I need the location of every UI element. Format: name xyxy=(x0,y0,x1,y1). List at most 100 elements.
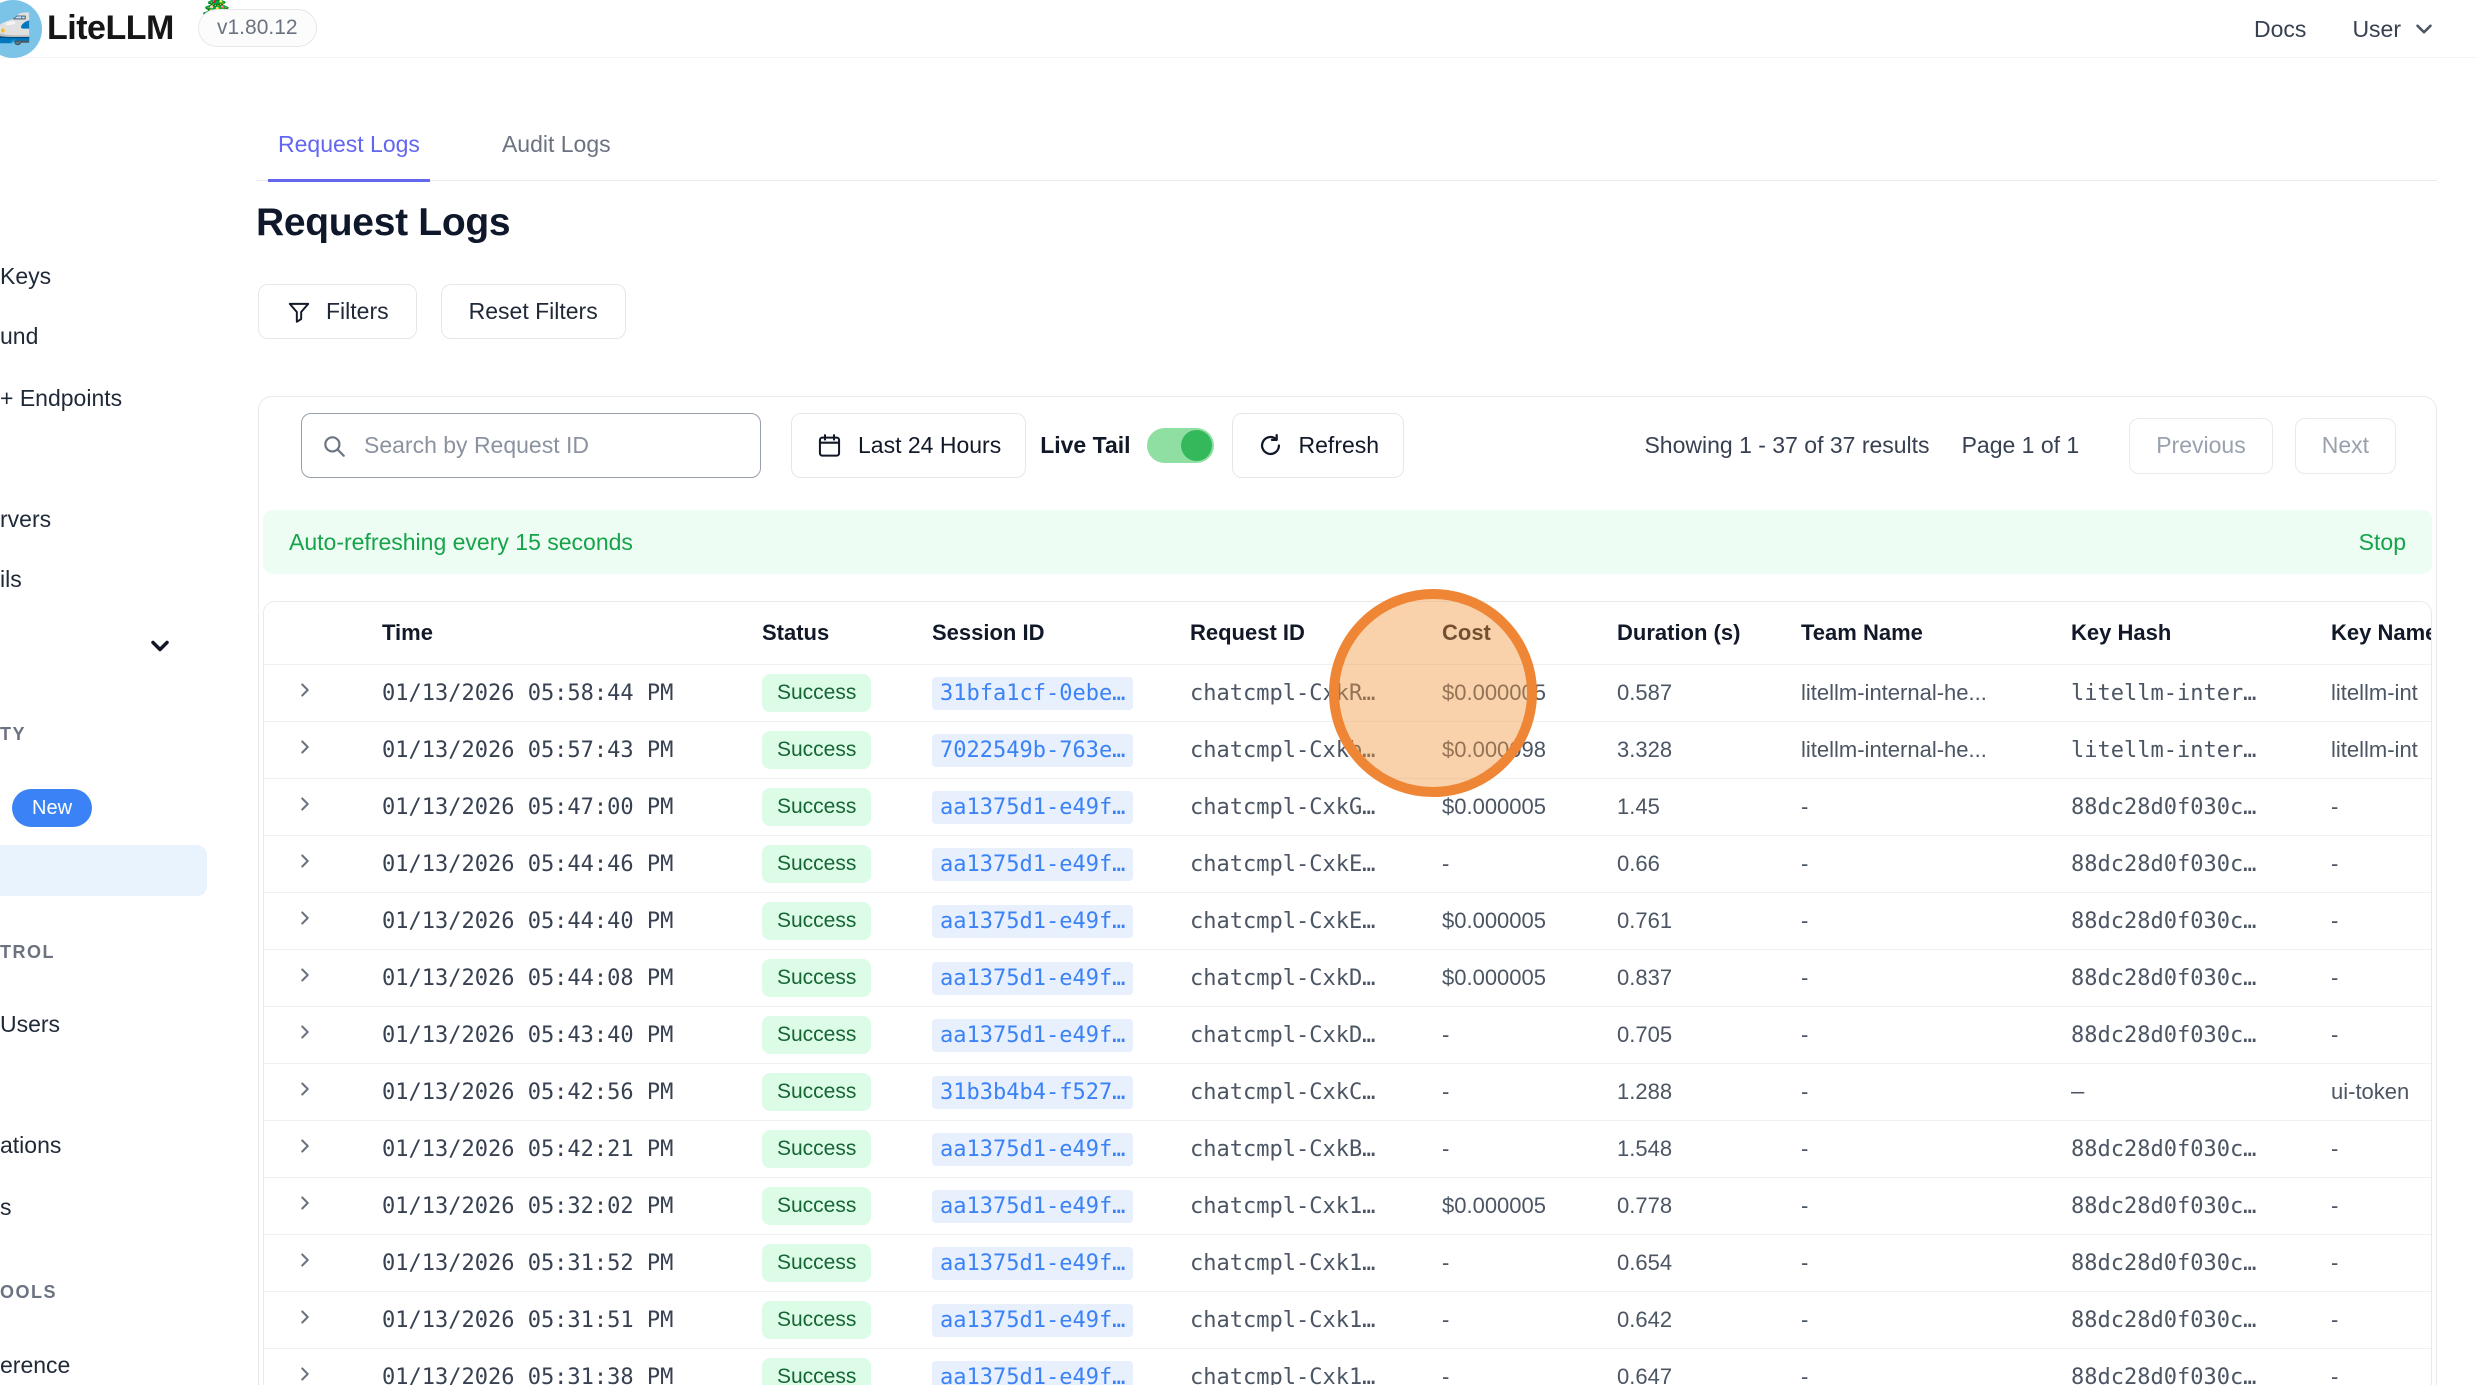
chevron-down-icon xyxy=(2411,16,2437,42)
status-badge: Success xyxy=(762,1358,871,1385)
request-logs-table: Time Status Session ID Request ID Cost D… xyxy=(263,601,2432,1385)
session-id-link[interactable]: aa1375d1-e49f… xyxy=(932,1190,1133,1223)
calendar-icon xyxy=(816,432,843,459)
cell-team-name: - xyxy=(1771,1079,2041,1105)
previous-button[interactable]: Previous xyxy=(2129,418,2272,474)
cell-duration: 0.837 xyxy=(1587,965,1771,991)
reset-filters-button[interactable]: Reset Filters xyxy=(441,284,626,339)
sidebar-collapse-chevron-icon[interactable] xyxy=(146,632,174,665)
cell-time: 01/13/2026 05:42:56 PM xyxy=(352,1080,732,1105)
cell-cost: - xyxy=(1412,851,1587,877)
row-expand-chevron-icon[interactable] xyxy=(294,1021,316,1043)
sidebar-item-selected[interactable] xyxy=(0,845,207,896)
next-button[interactable]: Next xyxy=(2295,418,2396,474)
status-badge: Success xyxy=(762,845,871,883)
session-id-link[interactable]: 7022549b-763e… xyxy=(932,734,1133,767)
sidebar-item-und[interactable]: und xyxy=(0,323,38,350)
cell-team-name: - xyxy=(1771,1022,2041,1048)
version-badge: v1.80.12 xyxy=(198,9,317,47)
sidebar-item-ils[interactable]: ils xyxy=(0,566,22,593)
cell-key-name: - xyxy=(2301,1193,2431,1219)
cell-request-id: chatcmpl-CxkE… xyxy=(1160,909,1412,934)
funnel-icon xyxy=(286,299,312,325)
cell-team-name: - xyxy=(1771,851,2041,877)
table-row: 01/13/2026 05:44:46 PM Success aa1375d1-… xyxy=(264,835,2431,892)
tab-request-logs[interactable]: Request Logs xyxy=(268,131,430,182)
cell-time: 01/13/2026 05:31:38 PM xyxy=(352,1365,732,1385)
cell-key-hash: 88dc28d0f030c… xyxy=(2041,1194,2301,1219)
search-input[interactable] xyxy=(301,413,761,478)
user-menu[interactable]: User xyxy=(2352,16,2437,43)
cell-key-hash: 88dc28d0f030c… xyxy=(2041,1023,2301,1048)
cell-team-name: - xyxy=(1771,1250,2041,1276)
row-expand-chevron-icon[interactable] xyxy=(294,679,316,701)
sidebar-item-users[interactable]: Users xyxy=(0,1011,60,1038)
cell-request-id: chatcmpl-Cxk1… xyxy=(1160,1251,1412,1276)
cell-duration: 0.654 xyxy=(1587,1250,1771,1276)
col-team-name: Team Name xyxy=(1771,620,2041,646)
sidebar-item-erence[interactable]: erence xyxy=(0,1352,70,1379)
row-expand-chevron-icon[interactable] xyxy=(294,1192,316,1214)
sidebar-item-keys[interactable]: Keys xyxy=(0,263,51,290)
row-expand-chevron-icon[interactable] xyxy=(294,793,316,815)
table-body: 01/13/2026 05:58:44 PM Success 31bfa1cf-… xyxy=(264,664,2431,1385)
sidebar-item-rvers[interactable]: rvers xyxy=(0,506,51,533)
row-expand-chevron-icon[interactable] xyxy=(294,1135,316,1157)
row-expand-chevron-icon[interactable] xyxy=(294,1249,316,1271)
row-expand-chevron-icon[interactable] xyxy=(294,964,316,986)
row-expand-chevron-icon[interactable] xyxy=(294,1306,316,1328)
session-id-link[interactable]: aa1375d1-e49f… xyxy=(932,1361,1133,1385)
cell-time: 01/13/2026 05:44:08 PM xyxy=(352,966,732,991)
session-id-link[interactable]: aa1375d1-e49f… xyxy=(932,848,1133,881)
stop-auto-refresh-link[interactable]: Stop xyxy=(2359,529,2406,556)
page-title: Request Logs xyxy=(256,201,510,245)
session-id-link[interactable]: aa1375d1-e49f… xyxy=(932,1133,1133,1166)
cell-cost: - xyxy=(1412,1250,1587,1276)
refresh-button[interactable]: Refresh xyxy=(1232,413,1405,478)
sidebar-item-endpoints[interactable]: + Endpoints xyxy=(0,385,122,412)
session-id-link[interactable]: aa1375d1-e49f… xyxy=(932,962,1133,995)
session-id-link[interactable]: aa1375d1-e49f… xyxy=(932,1247,1133,1280)
row-expand-chevron-icon[interactable] xyxy=(294,1078,316,1100)
table-row: 01/13/2026 05:32:02 PM Success aa1375d1-… xyxy=(264,1177,2431,1234)
row-expand-chevron-icon[interactable] xyxy=(294,1363,316,1385)
app-title: LiteLLM xyxy=(47,9,174,48)
refresh-label: Refresh xyxy=(1299,432,1380,459)
session-id-link[interactable]: 31b3b4b4-f527… xyxy=(932,1076,1133,1109)
session-id-link[interactable]: aa1375d1-e49f… xyxy=(932,1019,1133,1052)
page-indicator: Page 1 of 1 xyxy=(1962,432,2080,459)
tab-audit-logs[interactable]: Audit Logs xyxy=(492,131,621,182)
session-id-link[interactable]: aa1375d1-e49f… xyxy=(932,1304,1133,1337)
time-range-button[interactable]: Last 24 Hours xyxy=(791,413,1026,478)
col-session-id: Session ID xyxy=(902,620,1160,646)
cell-key-hash: litellm-inter… xyxy=(2041,681,2301,706)
live-tail-toggle[interactable] xyxy=(1147,428,1214,463)
row-expand-chevron-icon[interactable] xyxy=(294,736,316,758)
auto-refresh-banner: Auto-refreshing every 15 seconds Stop xyxy=(263,510,2432,574)
logo[interactable]: 🚅 xyxy=(0,0,42,58)
status-badge: Success xyxy=(762,1016,871,1054)
new-badge: New xyxy=(12,789,92,827)
row-expand-chevron-icon[interactable] xyxy=(294,850,316,872)
cell-duration: 0.705 xyxy=(1587,1022,1771,1048)
status-badge: Success xyxy=(762,959,871,997)
sidebar-item-s[interactable]: s xyxy=(0,1194,12,1221)
col-request-id: Request ID xyxy=(1160,620,1412,646)
filters-button[interactable]: Filters xyxy=(258,284,417,339)
search-box xyxy=(301,413,761,478)
sidebar-item-ations[interactable]: ations xyxy=(0,1132,61,1159)
cell-duration: 0.66 xyxy=(1587,851,1771,877)
cell-time: 01/13/2026 05:42:21 PM xyxy=(352,1137,732,1162)
table-header-row: Time Status Session ID Request ID Cost D… xyxy=(264,602,2431,664)
cell-duration: 1.548 xyxy=(1587,1136,1771,1162)
row-expand-chevron-icon[interactable] xyxy=(294,907,316,929)
session-id-link[interactable]: 31bfa1cf-0ebe… xyxy=(932,677,1133,710)
session-id-link[interactable]: aa1375d1-e49f… xyxy=(932,791,1133,824)
col-key-name: Key Name xyxy=(2301,620,2431,646)
cell-key-hash: 88dc28d0f030c… xyxy=(2041,909,2301,934)
session-id-link[interactable]: aa1375d1-e49f… xyxy=(932,905,1133,938)
status-badge: Success xyxy=(762,1130,871,1168)
docs-link[interactable]: Docs xyxy=(2254,16,2306,43)
cell-team-name: - xyxy=(1771,965,2041,991)
cell-key-name: litellm-int xyxy=(2301,680,2431,706)
